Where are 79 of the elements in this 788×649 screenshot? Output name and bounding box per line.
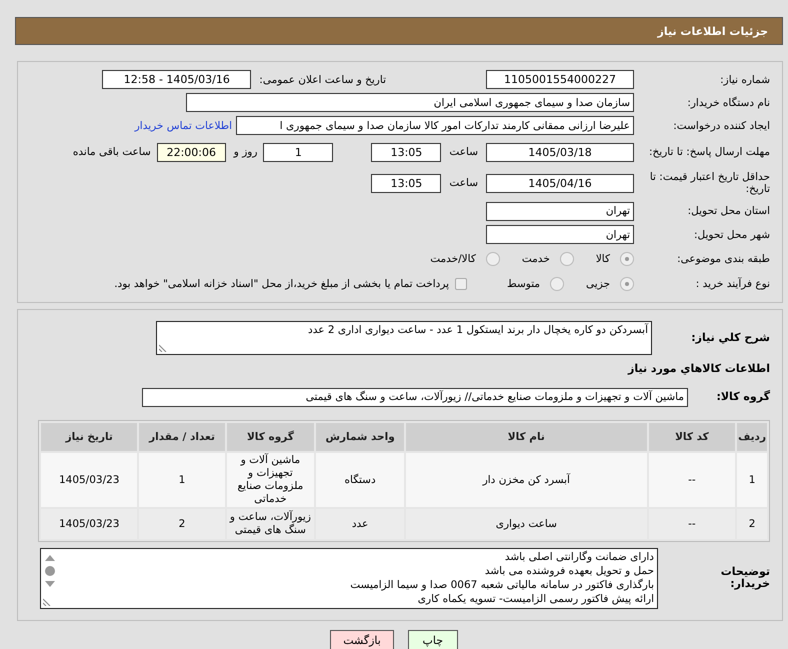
checkbox-label: پرداخت تمام یا بخشی از مبلغ خرید،از محل "اسناد خزانه اسلامی" خواهد بود.	[114, 278, 450, 290]
goods-group-field: ماشین آلات و تجهیزات و ملزومات صنایع خدماتی// زیورآلات، ساعت و سنگ های قیمتی	[142, 388, 688, 406]
note-line: حمل و تحویل بعهده فروشنده می باشد	[484, 564, 654, 578]
table-cell: ساعت دیواری	[406, 509, 647, 539]
column-header: واحد شمارش	[316, 423, 404, 451]
radio-button[interactable]	[550, 277, 564, 291]
column-header: کد کالا	[648, 423, 736, 451]
scroll-thumb-icon	[45, 566, 55, 576]
section-title: اطلاعات کالاهاي مورد نیاز	[626, 363, 770, 375]
validity-time-field: 13:05	[371, 174, 442, 192]
field-label: ساعت باقی مانده	[72, 146, 151, 158]
field-label: نام دستگاه خریدار:	[686, 96, 770, 108]
table-cell: عدد	[316, 509, 404, 539]
radio-label: خدمت	[522, 253, 550, 265]
note-line: دارای ضمانت وگارانتی اصلی باشد	[504, 550, 654, 564]
radio-button[interactable]	[620, 252, 634, 266]
field-label: طبقه بندی موضوعی:	[676, 253, 770, 265]
radio-label: کالا	[596, 253, 610, 265]
need-number-field: 1105001554000227	[486, 70, 634, 89]
province-field: تهران	[486, 202, 634, 220]
field-label: شماره نیاز:	[719, 74, 770, 86]
field-label: مهلت ارسال پاسخ: تا تاریخ:	[648, 146, 770, 158]
radio-button[interactable]	[486, 252, 500, 266]
deadline-time-field: 13:05	[371, 142, 442, 162]
radio-button[interactable]	[560, 252, 574, 266]
table-cell: 2	[737, 509, 767, 539]
table-cell: 1405/03/23	[41, 509, 138, 539]
description-field[interactable]: آبسردکن دو کاره یخچال دار برند ایستکول 1 عدد - ساعت دیواری اداری 2 عدد	[156, 321, 652, 355]
column-header: نام کالا	[406, 423, 647, 451]
remaining-time-field: 22:00:06	[156, 142, 226, 162]
field-label: حداقل تاریخ اعتبار قیمت: تا تاریخ:	[648, 171, 770, 195]
table-cell: 2	[139, 509, 225, 539]
field-label: ایجاد کننده درخواست:	[672, 120, 770, 132]
field-label: روز و	[234, 146, 258, 158]
column-header: تعداد / مقدار	[139, 423, 225, 451]
table-cell: 1	[737, 453, 767, 507]
field-label: تاریخ و ساعت اعلان عمومی:	[259, 74, 386, 86]
field-label: گروه کالا:	[715, 391, 770, 403]
buyer-notes-field[interactable]: دارای ضمانت وگارانتی اصلی باشد حمل و تحویل بعهده فروشنده می باشد بارگذاری فاکتور در سامانه مالیاتی شعبه 0067 صدا و سیما الزامیست ارائه پیش فاکتور رسمی الزامیست- تسویه یکماه کاری	[40, 548, 658, 608]
validity-date-field: 1405/04/16	[486, 174, 634, 192]
print-button[interactable]: چاپ	[408, 630, 458, 649]
column-header: ردیف	[737, 423, 767, 451]
days-field: 1	[263, 142, 334, 162]
page-title: جزئیات اطلاعات نیاز	[658, 24, 768, 38]
column-header: تاریخ نیاز	[41, 423, 138, 451]
resize-grip-icon	[43, 598, 51, 606]
table-cell: ماشین آلات و تجهیزات و ملزومات صنایع خدماتی	[226, 453, 314, 507]
field-label: شرح کلي نیاز:	[690, 332, 770, 344]
note-line: ارائه پیش فاکتور رسمی الزامیست- تسویه یکماه کاری	[416, 592, 654, 606]
checkbox[interactable]	[455, 278, 468, 290]
table-cell: آبسرد کن مخزن دار	[406, 453, 647, 507]
column-header: گروه کالا	[226, 423, 314, 451]
radio-label: متوسط	[507, 278, 540, 290]
table-cell: دستگاه	[316, 453, 404, 507]
radio-button[interactable]	[620, 277, 634, 291]
scroll-up-icon	[45, 554, 55, 560]
table-cell: --	[648, 453, 736, 507]
field-label: ساعت	[449, 177, 478, 189]
field-label: شهر محل تحویل:	[693, 228, 770, 240]
field-label: ساعت	[449, 146, 478, 158]
field-label: استان محل تحویل:	[686, 205, 770, 217]
table-cell: --	[648, 509, 736, 539]
radio-label: جزیی	[586, 278, 610, 290]
table-cell: زیورآلات، ساعت و سنگ های قیمتی	[226, 509, 314, 539]
note-line: بارگذاری فاکتور در سامانه مالیاتی شعبه 0067 صدا و سیما الزامیست	[349, 578, 654, 592]
field-label: توضیحات خریدار:	[720, 566, 770, 590]
table-cell: 1	[139, 453, 225, 507]
city-field: تهران	[486, 225, 634, 244]
radio-label: کالا/خدمت	[430, 253, 476, 265]
table-cell: 1405/03/23	[41, 453, 138, 507]
scroll-down-icon	[45, 580, 55, 586]
buyer-org-field: سازمان صدا و سیمای جمهوری اسلامی ایران	[186, 93, 634, 112]
field-label: نوع فرآیند خرید :	[694, 278, 770, 290]
requester-field: علیرضا ارزانی ممقانی کارمند تدارکات امور کالا سازمان صدا و سیمای جمهوری ا	[236, 116, 634, 135]
buyer-contact-link[interactable]: اطلاعات تماس خریدار	[134, 120, 232, 132]
deadline-date-field: 1405/03/18	[486, 142, 634, 162]
resize-grip-icon	[159, 344, 167, 352]
back-button[interactable]: بازگشت	[330, 630, 394, 649]
announce-date-field: 1405/03/16 - 12:58	[102, 70, 252, 89]
